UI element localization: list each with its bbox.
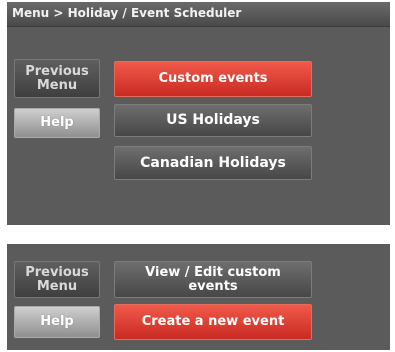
- custom-events-screen-bottom: Previous Menu Help View / Edit custom ev…: [7, 244, 390, 350]
- breadcrumb-title: Menu > Holiday / Event Scheduler: [12, 6, 242, 20]
- previous-menu-button[interactable]: Previous Menu: [14, 59, 100, 98]
- help-button[interactable]: Help: [14, 306, 100, 338]
- scheduler-screen-top: Menu > Holiday / Event Scheduler Previou…: [7, 2, 390, 225]
- title-bar: Menu > Holiday / Event Scheduler: [7, 2, 390, 27]
- previous-menu-button[interactable]: Previous Menu: [14, 261, 100, 298]
- canadian-holidays-button[interactable]: Canadian Holidays: [114, 146, 312, 180]
- create-new-event-button[interactable]: Create a new event: [114, 304, 312, 340]
- view-edit-custom-events-button[interactable]: View / Edit custom events: [114, 261, 312, 298]
- us-holidays-button[interactable]: US Holidays: [114, 104, 312, 137]
- custom-events-button[interactable]: Custom events: [114, 61, 312, 97]
- help-button[interactable]: Help: [14, 108, 100, 138]
